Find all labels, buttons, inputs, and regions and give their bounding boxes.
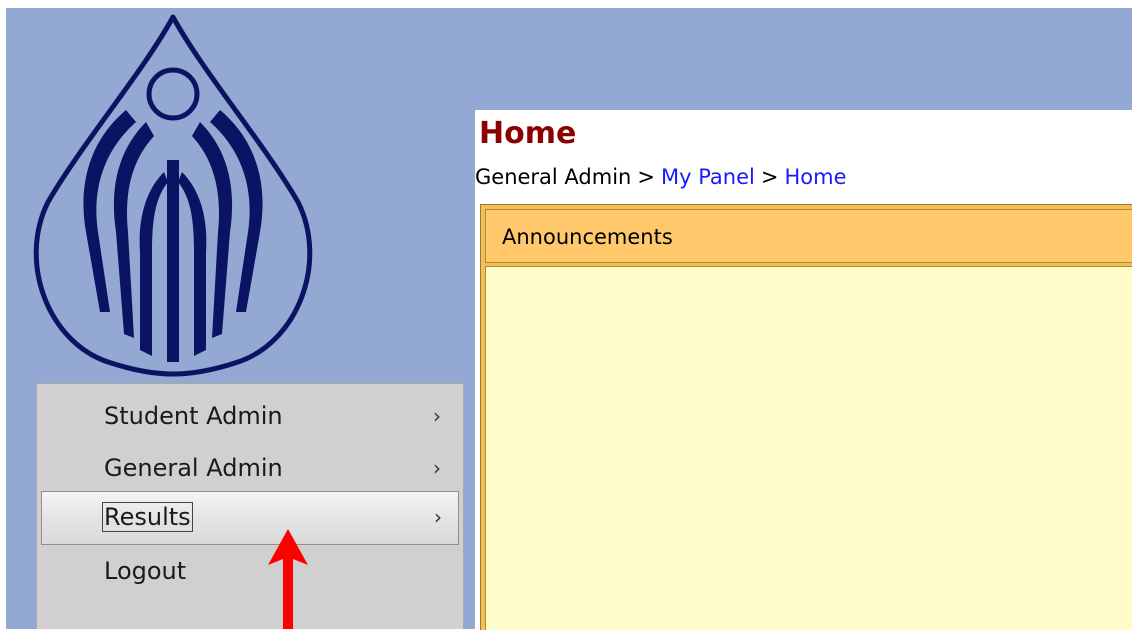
page-title: Home bbox=[479, 116, 577, 151]
red-arrow-icon bbox=[268, 529, 308, 629]
announcements-body bbox=[485, 266, 1132, 630]
menu-item-general-admin[interactable]: General Admin › bbox=[41, 443, 459, 493]
chevron-right-icon: › bbox=[434, 505, 442, 529]
menu-item-label: Logout bbox=[104, 557, 187, 585]
breadcrumb-separator: > bbox=[637, 165, 655, 189]
chevron-right-icon: › bbox=[433, 404, 441, 428]
chevron-right-icon: › bbox=[433, 456, 441, 480]
menu-item-label: General Admin bbox=[104, 454, 283, 482]
menu-item-label: Results bbox=[102, 502, 193, 532]
menu-item-label: Student Admin bbox=[104, 402, 283, 430]
breadcrumb: General Admin > My Panel > Home bbox=[475, 164, 846, 190]
menu-item-logout[interactable]: Logout bbox=[41, 546, 459, 596]
institution-logo-icon bbox=[33, 14, 313, 377]
browser-viewport: Home General Admin > My Panel > Home Announc… bbox=[0, 0, 1132, 630]
breadcrumb-link-my-panel[interactable]: My Panel bbox=[661, 165, 755, 189]
announcements-panel: Announcements bbox=[480, 204, 1132, 630]
main-content: Home General Admin > My Panel > Home Announc… bbox=[475, 110, 1132, 630]
menu-item-results[interactable]: Results › bbox=[41, 491, 459, 545]
announcements-header: Announcements bbox=[485, 209, 1132, 263]
menu-item-student-admin[interactable]: Student Admin › bbox=[41, 391, 459, 441]
breadcrumb-link-home[interactable]: Home bbox=[784, 165, 846, 189]
breadcrumb-root: General Admin bbox=[475, 165, 632, 189]
announcements-title: Announcements bbox=[502, 225, 673, 249]
side-menu: Student Admin › General Admin › Results … bbox=[36, 383, 464, 629]
breadcrumb-separator: > bbox=[760, 165, 779, 189]
